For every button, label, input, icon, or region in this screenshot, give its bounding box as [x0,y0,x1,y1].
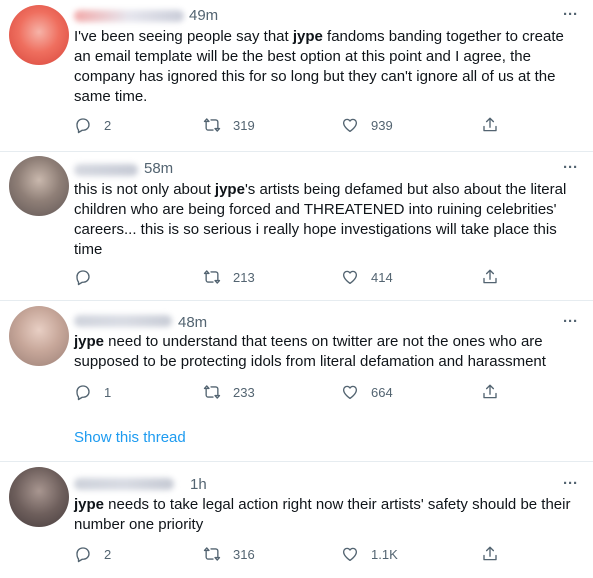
tweet-timestamp[interactable]: 58m [144,160,173,177]
show-thread-link[interactable]: Show this thread [74,429,186,446]
retweet-icon [203,385,221,399]
retweet-button[interactable]: 233 [203,383,255,401]
tweet-text: I've been seeing people say that jype fa… [74,28,564,105]
heart-icon [342,385,358,400]
reply-count: 1 [104,384,112,400]
reply-icon [76,385,90,401]
reply-icon [76,547,90,563]
retweet-button[interactable]: 316 [203,545,255,563]
tweet-text: jype need to understand that teens on tw… [74,333,546,370]
retweet-icon [203,118,221,132]
like-button[interactable]: 414 [341,268,393,286]
share-icon [483,269,497,284]
tweet-timestamp[interactable]: 48m [178,314,207,331]
share-button[interactable] [481,545,499,563]
avatar[interactable] [9,156,69,216]
username-blurred[interactable] [74,315,172,327]
more-options-button[interactable]: ··· [563,313,578,330]
tweet-4[interactable]: 1h ··· jype needs to take legal action r… [0,462,593,578]
like-button[interactable]: 664 [341,383,393,401]
reply-button[interactable]: 2 [74,116,111,134]
share-icon [483,117,497,132]
reply-count: 2 [104,546,112,562]
tweet-timestamp[interactable]: 1h [190,476,207,493]
username-blurred[interactable] [74,164,138,176]
avatar[interactable] [9,5,69,65]
retweet-count: 233 [233,384,255,400]
tweet-2[interactable]: 58m ··· this is not only about jype's ar… [0,152,593,300]
retweet-icon [203,547,221,561]
share-button[interactable] [481,383,499,401]
tweet-text: this is not only about jype's artists be… [74,181,567,258]
avatar[interactable] [9,306,69,366]
avatar[interactable] [9,467,69,527]
tweet-1[interactable]: 49m ··· I've been seeing people say that… [0,0,593,150]
retweet-count: 213 [233,269,255,285]
like-button[interactable]: 939 [341,116,393,134]
heart-icon [342,270,358,285]
reply-count: 2 [104,117,112,133]
retweet-count: 319 [233,117,255,133]
reply-button[interactable]: 1 [74,383,111,401]
tweet-text: jype needs to take legal action right no… [74,496,571,533]
username-blurred[interactable] [74,478,174,490]
reply-icon [76,270,90,286]
more-options-button[interactable]: ··· [563,475,578,492]
retweet-button[interactable]: 319 [203,116,255,134]
like-button[interactable]: 1.1K [341,545,398,563]
share-icon [483,546,497,561]
reply-icon [76,118,90,134]
like-count: 414 [371,269,393,285]
tweet-3[interactable]: 48m ··· jype need to understand that tee… [0,301,593,461]
share-button[interactable] [481,268,499,286]
username-blurred[interactable] [74,10,184,22]
retweet-button[interactable]: 213 [203,268,255,286]
share-icon [483,384,497,399]
like-count: 939 [371,117,393,133]
heart-icon [342,547,358,562]
tweet-timestamp[interactable]: 49m [189,7,218,24]
like-count: 1.1K [371,546,398,562]
more-options-button[interactable]: ··· [563,159,578,176]
share-button[interactable] [481,116,499,134]
reply-button[interactable] [74,268,104,286]
retweet-icon [203,270,221,284]
more-options-button[interactable]: ··· [563,6,578,23]
heart-icon [342,118,358,133]
retweet-count: 316 [233,546,255,562]
reply-button[interactable]: 2 [74,545,111,563]
like-count: 664 [371,384,393,400]
